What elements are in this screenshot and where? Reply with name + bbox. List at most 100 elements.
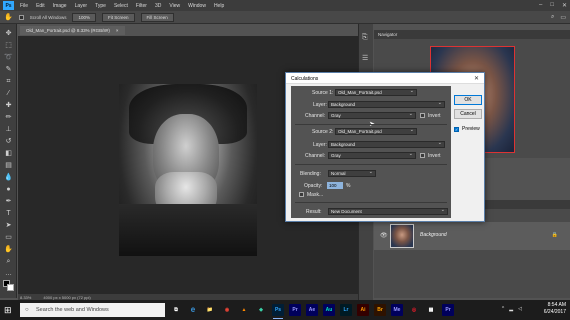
- menu-filter[interactable]: Filter: [136, 3, 147, 9]
- fit-screen-button[interactable]: Fit Screen: [102, 12, 135, 22]
- invert1-checkbox[interactable]: [420, 113, 425, 118]
- brush-tool-icon[interactable]: ✏: [4, 114, 13, 122]
- ok-button[interactable]: OK: [454, 95, 482, 105]
- photoshop-logo: Ps: [3, 1, 14, 10]
- history-panel-icon[interactable]: ⎘: [362, 34, 368, 42]
- menu-type[interactable]: Type: [95, 3, 106, 9]
- minimize-button[interactable]: –: [539, 2, 542, 9]
- workspace-icon[interactable]: ▭: [560, 14, 566, 21]
- menu-help[interactable]: Help: [214, 3, 224, 9]
- invert2-checkbox[interactable]: [420, 153, 425, 158]
- history-brush-icon[interactable]: ↺: [4, 138, 13, 146]
- source1-select[interactable]: Old_Man_Portrait.psd: [335, 88, 417, 96]
- start-button-icon[interactable]: ⊞: [4, 305, 14, 315]
- scroll-all-checkbox[interactable]: [18, 14, 24, 20]
- portrait-image: [119, 84, 257, 256]
- task-view-icon[interactable]: ⧉: [170, 304, 182, 316]
- menu-3d[interactable]: 3D: [155, 3, 161, 9]
- opacity-input[interactable]: 100: [327, 182, 343, 189]
- after-effects-icon[interactable]: Ae: [306, 304, 318, 316]
- document-tab-close-icon[interactable]: ×: [116, 28, 119, 33]
- lasso-tool-icon[interactable]: ➰: [4, 54, 13, 62]
- portrait-coat: [119, 204, 257, 256]
- channel2-select[interactable]: Gray: [328, 151, 416, 159]
- mask-label: Mask...: [307, 192, 324, 198]
- result-select[interactable]: New Document: [328, 207, 448, 215]
- blur-tool-icon[interactable]: 💧: [4, 174, 13, 182]
- menu-image[interactable]: Image: [53, 3, 67, 9]
- scroll-all-label: Scroll All Windows: [29, 14, 67, 20]
- lightroom-icon[interactable]: Lr: [340, 304, 352, 316]
- path-select-tool-icon[interactable]: ➤: [4, 222, 13, 230]
- hand-tool-icon: ✋: [4, 14, 13, 21]
- status-zoom[interactable]: 8.33%: [20, 295, 31, 300]
- media-encoder-icon[interactable]: Me: [391, 304, 403, 316]
- hand-tool-icon[interactable]: ✋: [4, 246, 13, 254]
- taskbar-search-placeholder: Search the web and Windows: [36, 307, 109, 313]
- menu-select[interactable]: Select: [114, 3, 128, 9]
- eraser-tool-icon[interactable]: ◧: [4, 150, 13, 158]
- document-tab[interactable]: Old_Man_Portrait.psd @ 8.33% (RGB/8#) ×: [20, 26, 125, 35]
- network-icon[interactable]: ▂: [509, 306, 513, 312]
- taskbar-search-box[interactable]: ○ Search the web and Windows: [20, 303, 165, 317]
- vlc-icon[interactable]: ▲: [238, 304, 250, 316]
- eyedropper-tool-icon[interactable]: ⁄: [4, 90, 13, 98]
- shape-tool-icon[interactable]: ▭: [4, 234, 13, 242]
- dodge-tool-icon[interactable]: ●: [4, 186, 13, 194]
- status-doc-size[interactable]: 4000 px x 5000 px (72 ppi): [43, 295, 90, 300]
- type-tool-icon[interactable]: T: [4, 210, 13, 218]
- audition-icon[interactable]: Au: [323, 304, 335, 316]
- layer2-select[interactable]: Background: [328, 140, 445, 148]
- menu-file[interactable]: File: [20, 3, 28, 9]
- menu-window[interactable]: Window: [188, 3, 206, 9]
- chrome-icon[interactable]: ◉: [221, 304, 233, 316]
- dialog-close-icon[interactable]: ✕: [474, 75, 479, 82]
- blending-select[interactable]: Normal: [328, 169, 376, 177]
- preview-checkbox[interactable]: ✓: [454, 127, 459, 132]
- show-hidden-icons-icon[interactable]: ^: [502, 306, 504, 312]
- quick-select-tool-icon[interactable]: ✎: [4, 66, 13, 74]
- zoom-tool-icon[interactable]: ⌕: [4, 258, 13, 266]
- maximize-button[interactable]: □: [550, 2, 554, 9]
- clock[interactable]: 8:54 AM 6/24/2017: [544, 302, 566, 316]
- more-tools-icon[interactable]: …: [4, 270, 13, 278]
- photoshop-icon[interactable]: Ps: [272, 304, 284, 319]
- marquee-tool-icon[interactable]: ⬚: [4, 42, 13, 50]
- layer-visibility-icon[interactable]: 👁: [380, 232, 388, 239]
- zoom-100-button[interactable]: 100%: [72, 12, 96, 22]
- separator: [295, 164, 447, 165]
- source2-select[interactable]: Old_Man_Portrait.psd: [335, 127, 417, 135]
- menu-view[interactable]: View: [169, 3, 180, 9]
- file-explorer-icon[interactable]: 📁: [204, 304, 216, 316]
- opera-icon[interactable]: ◎: [408, 304, 420, 316]
- crop-tool-icon[interactable]: ⌗: [4, 78, 13, 86]
- close-window-button[interactable]: ✕: [562, 2, 567, 9]
- bridge-icon[interactable]: Br: [374, 304, 386, 316]
- menu-edit[interactable]: Edit: [36, 3, 45, 9]
- channel1-select[interactable]: Gray: [328, 111, 416, 119]
- app-grid-icon[interactable]: ▦: [425, 304, 437, 316]
- premiere-icon[interactable]: Pr: [289, 304, 301, 316]
- layer2-label: Layer:: [313, 142, 327, 148]
- edge-icon[interactable]: e: [187, 304, 199, 316]
- layer1-select[interactable]: Background: [328, 100, 445, 108]
- properties-panel-icon[interactable]: ☰: [362, 54, 368, 62]
- gradient-tool-icon[interactable]: ▤: [4, 162, 13, 170]
- premiere-rush-icon[interactable]: Pr: [442, 304, 454, 316]
- stamp-tool-icon[interactable]: ⊥: [4, 126, 13, 134]
- volume-icon[interactable]: ◁: [518, 306, 522, 312]
- search-icon[interactable]: ⌕: [551, 14, 554, 21]
- background-color-swatch[interactable]: [7, 284, 14, 291]
- document-tab-title: Old_Man_Portrait.psd @ 8.33% (RGB/8#): [26, 28, 110, 33]
- app-icon[interactable]: ◆: [255, 304, 267, 316]
- mask-checkbox[interactable]: [299, 192, 304, 197]
- healing-tool-icon[interactable]: ✚: [4, 102, 13, 110]
- navigator-panel-title[interactable]: Navigator: [374, 30, 570, 39]
- cancel-button[interactable]: Cancel: [454, 109, 482, 119]
- menu-layer[interactable]: Layer: [75, 3, 88, 9]
- illustrator-icon[interactable]: Ai: [357, 304, 369, 316]
- layer-row-background[interactable]: 👁 Background 🔒: [374, 222, 570, 250]
- fill-screen-button[interactable]: Fill Screen: [140, 12, 174, 22]
- pen-tool-icon[interactable]: ✒: [4, 198, 13, 206]
- move-tool-icon[interactable]: ✥: [4, 30, 13, 38]
